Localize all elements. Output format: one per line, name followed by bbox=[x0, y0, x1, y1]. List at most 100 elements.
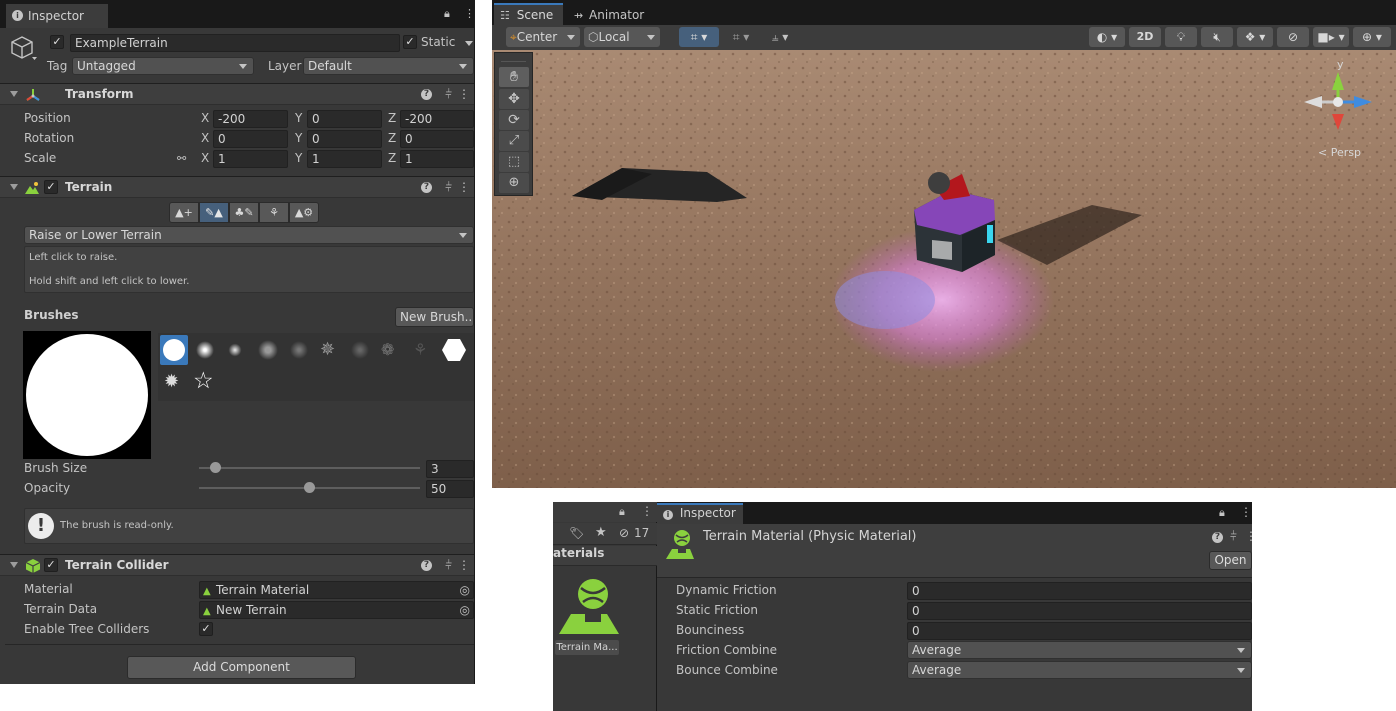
scene-tab[interactable]: ☷ Scene bbox=[494, 3, 563, 27]
bounce-combine-dropdown[interactable]: Average bbox=[907, 661, 1252, 679]
inspector-tab[interactable]: i Inspector bbox=[6, 4, 108, 28]
hand-tool-icon[interactable]: ✋︎ bbox=[499, 67, 529, 87]
more-options-icon[interactable]: ⋮ bbox=[458, 180, 470, 194]
brush-item[interactable]: ❁ bbox=[381, 340, 394, 359]
static-friction-field[interactable]: 0 bbox=[907, 602, 1252, 620]
more-options-icon[interactable]: ⋮ bbox=[464, 8, 475, 20]
opacity-field[interactable]: 50 bbox=[426, 480, 474, 498]
opacity-slider-thumb[interactable] bbox=[304, 482, 315, 493]
rotate-tool-icon[interactable]: ⟳ bbox=[499, 110, 529, 130]
foldout-arrow-icon[interactable] bbox=[10, 91, 18, 97]
terrain-enabled-checkbox[interactable]: ✓ bbox=[44, 180, 58, 194]
help-icon[interactable]: ? bbox=[421, 560, 432, 571]
help-icon[interactable]: ? bbox=[421, 89, 432, 100]
terrain-data-object-field[interactable]: ▲︎ New Terrain ◎ bbox=[199, 601, 474, 619]
brush-item[interactable]: ⚘ bbox=[413, 340, 427, 359]
brush-item-sparkle[interactable]: ✹ bbox=[164, 371, 179, 392]
more-options-icon[interactable]: ⋮ bbox=[1245, 529, 1252, 543]
bounciness-field[interactable]: 0 bbox=[907, 622, 1252, 640]
terrain-tool-dropdown[interactable]: Raise or Lower Terrain bbox=[24, 226, 474, 244]
dynamic-friction-field[interactable]: 0 bbox=[907, 582, 1252, 600]
brush-size-slider-thumb[interactable] bbox=[210, 462, 221, 473]
scale-z-field[interactable]: 1 bbox=[400, 150, 474, 168]
open-button[interactable]: Open bbox=[1209, 551, 1252, 570]
foldout-arrow-icon[interactable] bbox=[10, 562, 18, 568]
shading-mode-dropdown[interactable]: ◐ ▾ bbox=[1089, 27, 1125, 47]
brush-item-selected[interactable] bbox=[160, 335, 188, 365]
mode-2d-toggle[interactable]: 2D bbox=[1129, 27, 1161, 47]
position-y-field[interactable]: 0 bbox=[307, 110, 382, 128]
collider-enabled-checkbox[interactable]: ✓ bbox=[44, 558, 58, 572]
pivot-dropdown[interactable]: ⌖Center bbox=[506, 27, 580, 47]
camera-dropdown[interactable]: ■▸ ▾ bbox=[1313, 27, 1349, 47]
scene-viewport[interactable]: y < Persp ✋︎ ✥ ⟳ ⤢ ⬚ ⊕ bbox=[492, 50, 1396, 488]
palette-drag-handle[interactable] bbox=[501, 54, 526, 62]
more-options-icon[interactable]: ⋮ bbox=[458, 87, 470, 101]
add-component-button[interactable]: Add Component bbox=[127, 656, 356, 679]
rotation-z-field[interactable]: 0 bbox=[400, 130, 474, 148]
terrain-collider-header[interactable]: ✓ Terrain Collider ? ⫩ ⋮ bbox=[0, 554, 474, 576]
ruler-toggle[interactable]: ⫨ ▾ bbox=[763, 27, 797, 47]
space-dropdown[interactable]: ⬡Local bbox=[584, 27, 660, 47]
animator-tab[interactable]: ⇸ Animator bbox=[568, 5, 648, 27]
hidden-packages-icon[interactable]: ⊘ bbox=[619, 526, 629, 540]
rotation-y-field[interactable]: 0 bbox=[307, 130, 382, 148]
help-icon[interactable]: ? bbox=[421, 182, 432, 193]
asset-label[interactable]: Terrain Ma... bbox=[555, 640, 619, 655]
audio-toggle[interactable]: 🔇︎ bbox=[1201, 27, 1233, 47]
transform-tool-icon[interactable]: ⊕ bbox=[499, 173, 529, 193]
help-icon[interactable]: ? bbox=[1212, 532, 1223, 543]
presets-icon[interactable]: ⫩ bbox=[445, 87, 452, 102]
grid-snap-toggle[interactable]: ⌗ ▾ bbox=[679, 27, 719, 47]
scale-x-field[interactable]: 1 bbox=[213, 150, 288, 168]
brush-item-hexagon[interactable] bbox=[441, 337, 467, 366]
terrain-settings-icon[interactable]: ▲⚙ bbox=[289, 202, 319, 223]
lighting-toggle[interactable]: 💡︎ bbox=[1165, 27, 1197, 47]
create-neighbor-terrain-icon[interactable]: ▲︎+ bbox=[169, 202, 199, 223]
rect-tool-icon[interactable]: ⬚ bbox=[499, 152, 529, 172]
link-icon[interactable]: ⚯ bbox=[177, 152, 186, 165]
brush-size-field[interactable]: 3 bbox=[426, 460, 474, 478]
brush-item[interactable] bbox=[258, 340, 278, 360]
favorite-star-icon[interactable]: ★ bbox=[595, 525, 607, 540]
layer-dropdown[interactable]: Default bbox=[303, 57, 474, 75]
tree-colliders-checkbox[interactable]: ✓ bbox=[199, 622, 213, 636]
position-z-field[interactable]: -200 bbox=[400, 110, 474, 128]
object-picker-icon[interactable]: ◎ bbox=[460, 602, 470, 618]
lock-icon[interactable]: 🔒︎ bbox=[444, 8, 454, 20]
increment-snap-toggle[interactable]: ⌗ ▾ bbox=[723, 27, 759, 47]
static-checkbox[interactable]: ✓ bbox=[403, 35, 417, 49]
folder-breadcrumb[interactable]: aterials bbox=[553, 546, 657, 566]
brush-item[interactable] bbox=[228, 343, 242, 357]
static-dropdown-arrow[interactable] bbox=[465, 41, 473, 46]
presets-icon[interactable]: ⫩ bbox=[445, 180, 452, 195]
scale-tool-icon[interactable]: ⤢ bbox=[499, 131, 529, 151]
brush-item[interactable] bbox=[196, 341, 214, 359]
brush-item-star[interactable]: ☆ bbox=[193, 368, 214, 394]
material-object-field[interactable]: ▲︎ Terrain Material ◎ bbox=[199, 581, 474, 599]
lock-icon[interactable]: 🔒︎ bbox=[1219, 506, 1225, 520]
foldout-arrow-icon[interactable] bbox=[10, 184, 18, 190]
new-brush-button[interactable]: New Brush... bbox=[395, 307, 474, 327]
more-options-icon[interactable]: ⋮ bbox=[641, 504, 653, 518]
brush-item[interactable] bbox=[290, 341, 308, 359]
opacity-slider-track[interactable] bbox=[199, 482, 420, 493]
friction-combine-dropdown[interactable]: Average bbox=[907, 641, 1252, 659]
lock-icon[interactable]: 🔒︎ bbox=[619, 505, 625, 519]
more-options-icon[interactable]: ⋮ bbox=[458, 558, 470, 572]
asset-thumbnail[interactable] bbox=[557, 576, 621, 638]
presets-icon[interactable]: ⫩ bbox=[445, 558, 452, 573]
brush-item[interactable]: ✵ bbox=[320, 339, 335, 360]
move-tool-icon[interactable]: ✥ bbox=[499, 89, 529, 109]
presets-icon[interactable]: ⫩ bbox=[1230, 529, 1237, 544]
object-name-field[interactable]: ExampleTerrain bbox=[70, 34, 400, 52]
gizmos-dropdown[interactable]: ⊕ ▾ bbox=[1353, 27, 1391, 47]
rotation-x-field[interactable]: 0 bbox=[213, 130, 288, 148]
object-picker-icon[interactable]: ◎ bbox=[460, 582, 470, 598]
terrain-header[interactable]: ✓ Terrain ? ⫩ ⋮ bbox=[0, 176, 474, 198]
paint-terrain-icon[interactable]: ✎▲ bbox=[199, 202, 229, 223]
paint-trees-icon[interactable]: ♣✎ bbox=[229, 202, 259, 223]
inspector-tab[interactable]: i Inspector bbox=[657, 503, 743, 524]
visibility-toggle[interactable]: ⊘ bbox=[1277, 27, 1309, 47]
position-x-field[interactable]: -200 bbox=[213, 110, 288, 128]
